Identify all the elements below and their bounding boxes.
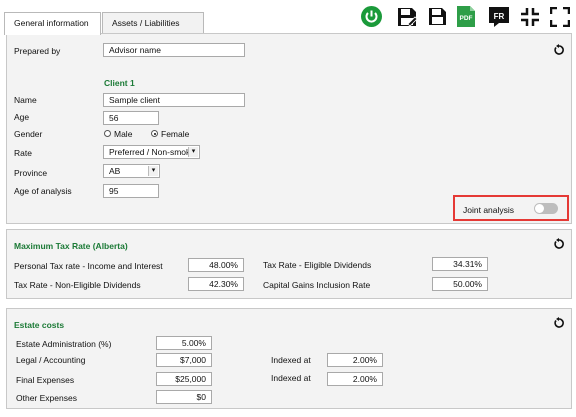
capital-gains-input[interactable]: 50.00% — [432, 277, 488, 291]
province-select[interactable]: AB ▾ — [103, 164, 160, 178]
gender-male-label: Male — [114, 129, 133, 139]
tab-general-information[interactable]: General information — [4, 12, 101, 35]
name-label: Name — [14, 95, 37, 105]
rate-label: Rate — [14, 148, 32, 158]
age-of-analysis-input[interactable]: 95 — [103, 184, 159, 198]
power-icon[interactable] — [361, 6, 382, 27]
age-label: Age — [14, 112, 30, 122]
tax-panel: Maximum Tax Rate (Alberta) Personal Tax … — [6, 229, 572, 299]
joint-analysis-toggle[interactable] — [534, 203, 558, 214]
joint-analysis-label: Joint analysis — [463, 205, 515, 215]
non-eligible-dividends-input[interactable]: 42.30% — [188, 277, 244, 291]
final-expenses-input[interactable]: $25,000 — [156, 372, 212, 386]
tab-assets-liabilities[interactable]: Assets / Liabilities — [102, 12, 204, 34]
name-input[interactable]: Sample client — [103, 93, 245, 107]
save-icon[interactable] — [427, 6, 448, 27]
legal-accounting-label: Legal / Accounting — [16, 355, 86, 365]
gender-male-radio[interactable] — [104, 130, 111, 137]
indexed-at-label: Indexed at — [271, 355, 311, 365]
non-eligible-dividends-label: Tax Rate - Non-Eligible Dividends — [14, 280, 141, 290]
indexed-at-label: Indexed at — [271, 373, 311, 383]
capital-gains-label: Capital Gains Inclusion Rate — [263, 280, 371, 290]
legal-accounting-input[interactable]: $7,000 — [156, 353, 212, 367]
chevron-down-icon: ▾ — [188, 147, 198, 157]
estate-admin-input[interactable]: 5.00% — [156, 336, 212, 350]
language-label: FR — [494, 12, 505, 21]
gender-label: Gender — [14, 129, 43, 139]
language-icon[interactable]: FR — [488, 6, 510, 28]
prepared-by-label: Prepared by — [14, 46, 61, 56]
province-value: AB — [109, 166, 121, 176]
age-input[interactable]: 56 — [103, 111, 159, 125]
expand-icon[interactable] — [549, 6, 571, 28]
pdf-icon[interactable]: PDF — [456, 5, 476, 28]
prepared-by-input[interactable]: Advisor name — [103, 43, 245, 57]
estate-admin-label: Estate Administration (%) — [16, 339, 112, 349]
reset-icon[interactable] — [553, 238, 565, 250]
client-heading: Client 1 — [104, 78, 135, 88]
final-expenses-label: Final Expenses — [16, 375, 75, 385]
eligible-dividends-input[interactable]: 34.31% — [432, 257, 488, 271]
personal-tax-label: Personal Tax rate - Income and Interest — [14, 261, 163, 271]
estate-title: Estate costs — [14, 320, 65, 330]
province-label: Province — [14, 168, 48, 178]
estate-panel: Estate costs Estate Administration (%) 5… — [6, 308, 572, 409]
legal-indexed-input[interactable]: 2.00% — [327, 353, 383, 367]
save-as-icon[interactable] — [396, 6, 418, 28]
gender-female-radio[interactable] — [151, 130, 158, 137]
reset-icon[interactable] — [553, 317, 565, 329]
tax-title: Maximum Tax Rate (Alberta) — [14, 241, 128, 251]
chevron-down-icon: ▾ — [148, 166, 158, 176]
reset-icon[interactable] — [553, 44, 565, 56]
final-indexed-input[interactable]: 2.00% — [327, 372, 383, 386]
personal-tax-input[interactable]: 48.00% — [188, 258, 244, 272]
pdf-label: PDF — [460, 15, 473, 22]
gender-female-label: Female — [161, 129, 190, 139]
eligible-dividends-label: Tax Rate - Eligible Dividends — [263, 260, 372, 270]
other-expenses-input[interactable]: $0 — [156, 390, 212, 404]
rate-select[interactable]: Preferred / Non-smoke ▾ — [103, 145, 200, 159]
other-expenses-label: Other Expenses — [16, 393, 77, 403]
general-info-panel: Prepared by Advisor name Client 1 Name S… — [6, 33, 572, 224]
collapse-icon[interactable] — [520, 7, 540, 27]
age-of-analysis-label: Age of analysis — [14, 186, 72, 196]
rate-value: Preferred / Non-smoke — [109, 147, 195, 157]
